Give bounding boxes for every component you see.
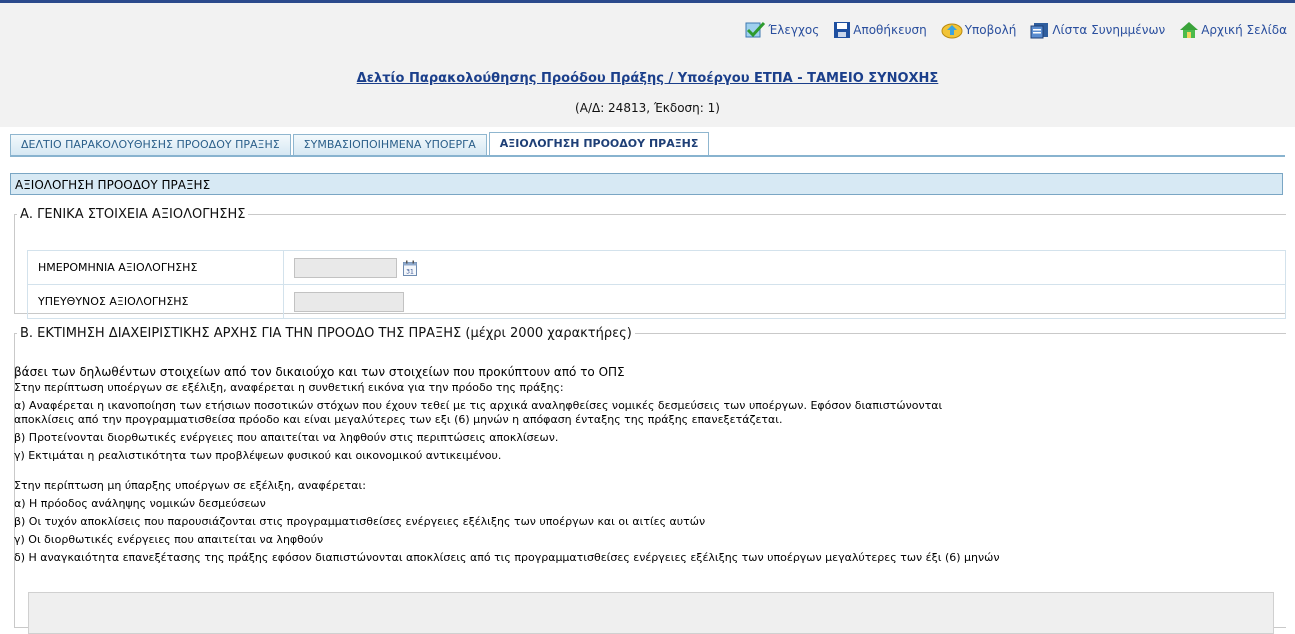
evaluation-date-cell: 31 xyxy=(283,250,1286,285)
check-label: Έλεγχος xyxy=(768,23,820,37)
home-button[interactable]: Αρχική Σελίδα xyxy=(1179,21,1287,39)
evaluation-date-input[interactable] xyxy=(294,257,397,278)
tab-underline xyxy=(10,155,1285,157)
section-a: Α. ΓΕΝΙΚΑ ΣΤΟΙΧΕΙΑ ΑΞΙΟΛΟΓΗΣΗΣ ΗΜΕΡΟΜΗΝΙ… xyxy=(14,207,1286,319)
attachments-list-button[interactable]: Λίστα Συνημμένων xyxy=(1030,21,1165,39)
save-label: Αποθήκευση xyxy=(853,23,927,37)
instructions-line: αποκλίσεις από την προγραμματισθείσα πρό… xyxy=(14,413,783,426)
general-info-table: ΗΜΕΡΟΜΗΝΙΑ ΑΞΙΟΛΟΓΗΣΗΣ 31 ΥΠΕΥΘΥΝΟΣ ΑΞΙΟ… xyxy=(27,250,1286,319)
header: Έλεγχος Αποθήκευση Υποβολή Λίστα Συνημμέ… xyxy=(0,3,1295,127)
submit-label: Υποβολή xyxy=(964,23,1017,37)
instructions-line: Στην περίπτωση μη ύπαρξης υποέργων σε εξ… xyxy=(14,479,366,492)
check-icon xyxy=(745,21,766,38)
document-subtitle: (Α/Δ: 24813, Έκδοση: 1) xyxy=(575,101,720,115)
instructions-line: β) Οι τυχόν αποκλίσεις που παρουσιάζοντα… xyxy=(14,515,706,528)
assessment-textarea[interactable] xyxy=(28,592,1274,634)
table-row: ΥΠΕΥΘΥΝΟΣ ΑΞΙΟΛΟΓΗΣΗΣ xyxy=(27,284,1286,319)
instructions-line: γ) Εκτιμάται η ρεαλιστικότητα των προβλέ… xyxy=(14,449,502,462)
toolbar: Έλεγχος Αποθήκευση Υποβολή Λίστα Συνημμέ… xyxy=(730,21,1287,39)
instructions-line: δ) Η αναγκαιότητα επανεξέτασης της πράξη… xyxy=(14,551,1000,564)
calendar-day: 31 xyxy=(406,268,414,275)
section-a-legend: Α. ΓΕΝΙΚΑ ΣΤΟΙΧΕΙΑ ΑΞΙΟΛΟΓΗΣΗΣ xyxy=(20,207,246,222)
instructions-line: β) Προτείνονται διορθωτικές ενέργειες πο… xyxy=(14,431,559,444)
tab-progress-report[interactable]: ΔΕΛΤΙΟ ΠΑΡΑΚΟΛΟΥΘΗΣΗΣ ΠΡΟΟΔΟΥ ΠΡΑΞΗΣ xyxy=(10,134,291,155)
instructions-line: α) Η πρόοδος ανάληψης νομικών δεσμεύσεων xyxy=(14,497,266,510)
submit-button[interactable]: Υποβολή xyxy=(941,21,1017,39)
attachments-label: Λίστα Συνημμένων xyxy=(1052,23,1166,37)
tab-progress-evaluation[interactable]: ΑΞΙΟΛΟΓΗΣΗ ΠΡΟΟΔΟΥ ΠΡΑΞΗΣ xyxy=(488,132,710,155)
home-icon xyxy=(1180,22,1199,38)
check-button[interactable]: Έλεγχος xyxy=(744,21,819,39)
document-title[interactable]: Δελτίο Παρακολούθησης Προόδου Πράξης / Υ… xyxy=(0,71,1295,86)
attachments-icon xyxy=(1030,23,1049,39)
section-b-instructions: βάσει των δηλωθέντων στοιχείων από τον δ… xyxy=(14,365,1274,565)
instructions-line: Στην περίπτωση υποέργων σε εξέλιξη, αναφ… xyxy=(14,381,564,394)
section-title: ΑΞΙΟΛΟΓΗΣΗ ΠΡΟΟΔΟΥ ΠΡΑΞΗΣ xyxy=(10,173,1283,195)
calendar-icon[interactable]: 31 xyxy=(402,260,417,276)
instructions-line: α) Αναφέρεται η ικανοποίηση των ετήσιων … xyxy=(14,399,943,412)
instructions-line: γ) Οι διορθωτικές ενέργειες που απαιτείτ… xyxy=(14,533,324,546)
evaluation-responsible-label: ΥΠΕΥΘΥΝΟΣ ΑΞΙΟΛΟΓΗΣΗΣ xyxy=(27,284,284,319)
save-icon xyxy=(834,22,851,38)
evaluation-responsible-cell xyxy=(283,284,1286,319)
section-b-legend: Β. ΕΚΤΙΜΗΣΗ ΔΙΑΧΕΙΡΙΣΤΙΚΗΣ ΑΡΧΗΣ ΓΙΑ ΤΗΝ… xyxy=(20,326,632,341)
home-label: Αρχική Σελίδα xyxy=(1201,23,1287,37)
submit-icon xyxy=(941,23,963,39)
table-row: ΗΜΕΡΟΜΗΝΙΑ ΑΞΙΟΛΟΓΗΣΗΣ 31 xyxy=(27,250,1286,285)
instructions-intro: βάσει των δηλωθέντων στοιχείων από τον δ… xyxy=(14,365,625,379)
evaluation-responsible-input[interactable] xyxy=(294,291,404,312)
tab-bar: ΔΕΛΤΙΟ ΠΑΡΑΚΟΛΟΥΘΗΣΗΣ ΠΡΟΟΔΟΥ ΠΡΑΞΗΣ ΣΥΜ… xyxy=(10,132,711,155)
evaluation-date-label: ΗΜΕΡΟΜΗΝΙΑ ΑΞΙΟΛΟΓΗΣΗΣ xyxy=(27,250,284,285)
tab-contracted-subprojects[interactable]: ΣΥΜΒΑΣΙΟΠΟΙΗΜΕΝΑ ΥΠΟΕΡΓΑ xyxy=(292,134,487,155)
save-button[interactable]: Αποθήκευση xyxy=(833,21,927,39)
